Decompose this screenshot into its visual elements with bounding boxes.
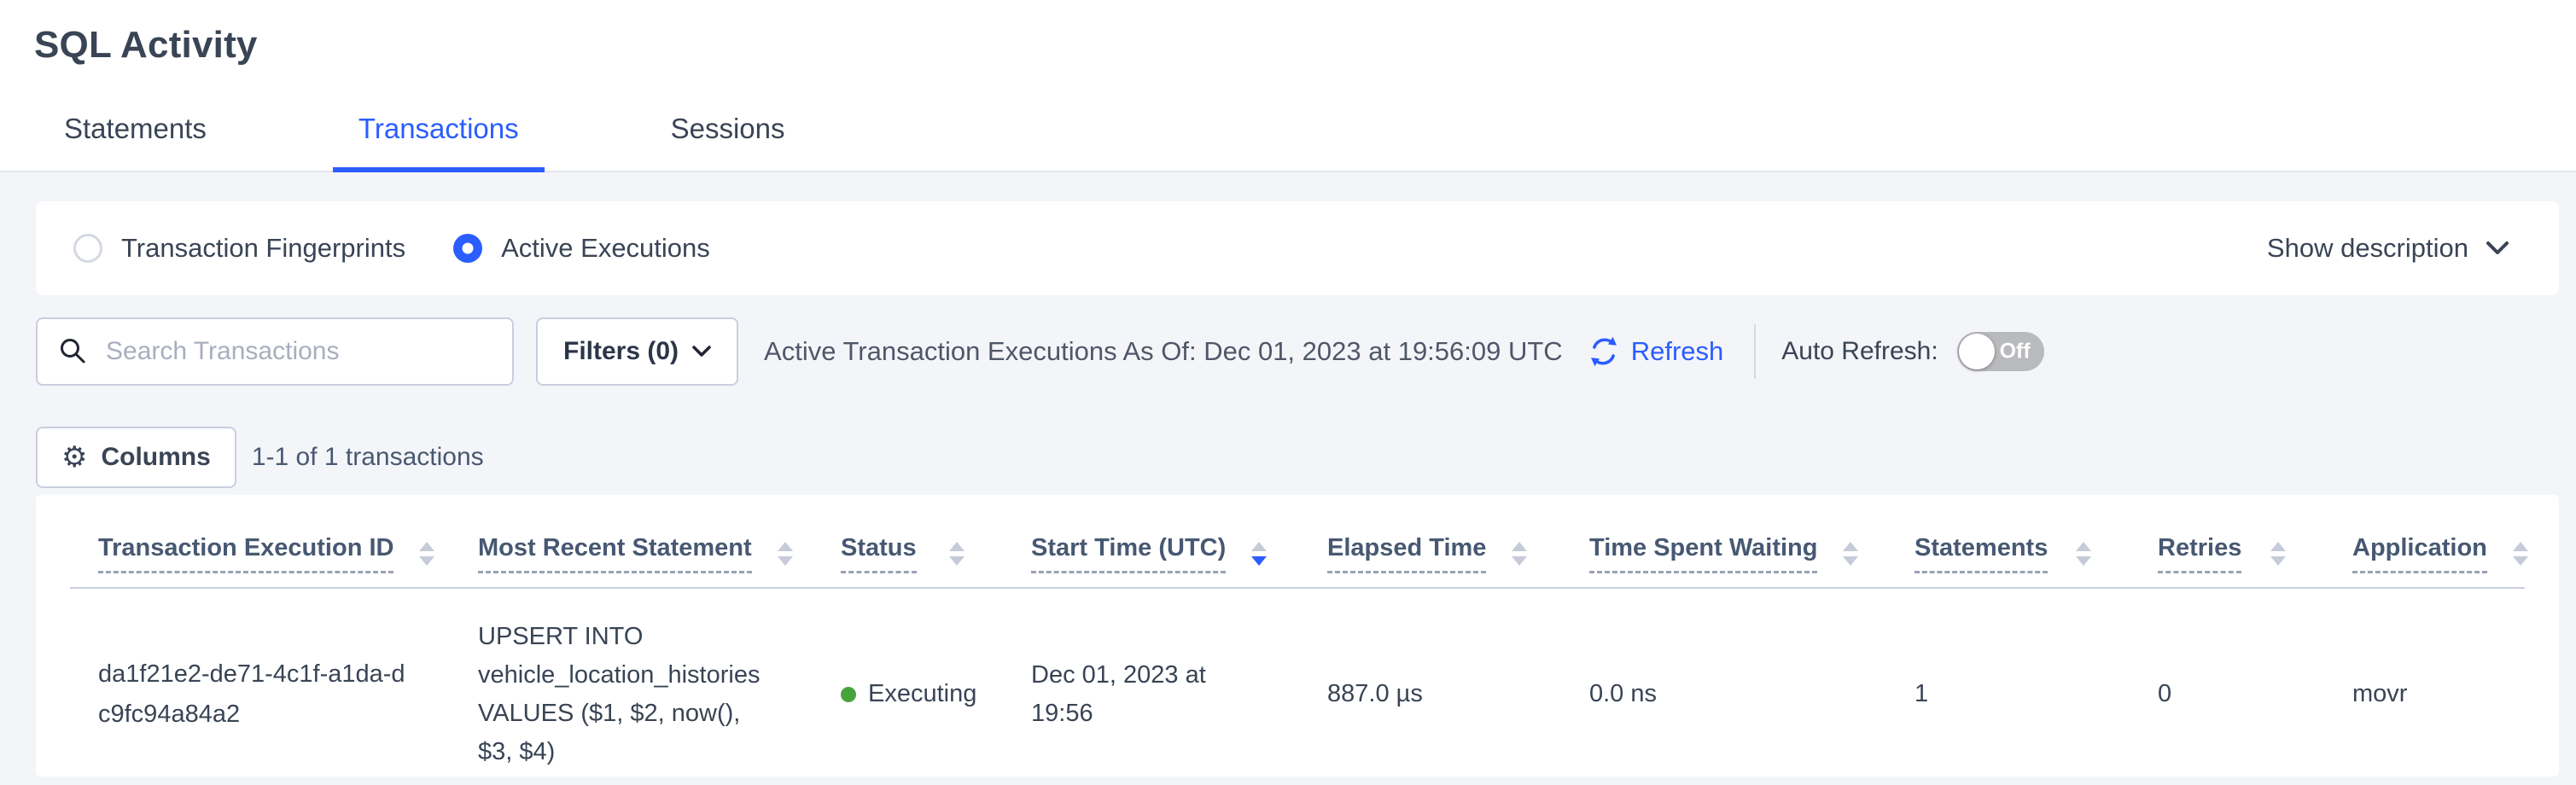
toggle-state-label: Off	[2000, 340, 2031, 364]
cell-transaction-execution-id[interactable]: da1f21e2-de71-4c1f-a1da-dc9fc94a84a2	[70, 588, 450, 776]
sort-icon[interactable]	[2076, 542, 2091, 566]
radio-label: Active Executions	[501, 233, 710, 264]
toggle-knob[interactable]	[1959, 334, 1995, 369]
refresh-label: Refresh	[1631, 336, 1724, 367]
search-input[interactable]	[106, 337, 492, 366]
search-box[interactable]	[36, 317, 514, 386]
sort-icon[interactable]	[1512, 542, 1527, 566]
table-controls: ⚙ Columns 1-1 of 1 transactions	[36, 427, 2559, 488]
result-count: 1-1 of 1 transactions	[252, 443, 484, 472]
col-header-retries[interactable]: Retries	[2130, 495, 2324, 588]
sort-icon[interactable]	[1843, 542, 1858, 566]
radio-selected-icon[interactable]	[453, 234, 482, 263]
status-executing-dot-icon	[841, 687, 856, 702]
status-label: Executing	[868, 675, 976, 713]
show-description-button[interactable]: Show description	[2267, 233, 2509, 264]
col-header-status[interactable]: Status	[813, 495, 1003, 588]
cell-most-recent-statement: UPSERT INTO vehicle_location_histories V…	[450, 588, 813, 776]
chevron-down-icon	[692, 346, 711, 358]
sort-icon[interactable]	[2270, 542, 2286, 566]
radio-unselected-icon[interactable]	[73, 234, 102, 263]
cell-retries: 0	[2130, 588, 2324, 776]
sort-icon[interactable]	[2513, 542, 2528, 566]
search-icon	[58, 336, 89, 367]
sort-icon[interactable]	[778, 542, 793, 566]
cell-statements: 1	[1886, 588, 2130, 776]
col-header-application[interactable]: Application	[2324, 495, 2525, 588]
table-row[interactable]: da1f21e2-de71-4c1f-a1da-dc9fc94a84a2 UPS…	[70, 588, 2525, 776]
auto-refresh-toggle[interactable]: Off	[1957, 332, 2044, 371]
chevron-down-icon	[2486, 241, 2509, 256]
page-header: SQL Activity Statements Transactions Ses…	[0, 0, 2576, 172]
gear-icon: ⚙	[61, 443, 87, 472]
as-of-timestamp: Active Transaction Executions As Of: Dec…	[764, 336, 1563, 367]
view-toggle-card: Transaction Fingerprints Active Executio…	[36, 201, 2559, 295]
cell-application: movr	[2324, 588, 2525, 776]
cell-time-spent-waiting: 0.0 ns	[1561, 588, 1886, 776]
tab-statements[interactable]: Statements	[38, 113, 232, 172]
refresh-button[interactable]: Refresh	[1587, 334, 1724, 369]
col-header-elapsed-time[interactable]: Elapsed Time	[1299, 495, 1561, 588]
page-title: SQL Activity	[0, 0, 2576, 67]
radio-label: Transaction Fingerprints	[121, 233, 405, 264]
tab-transactions[interactable]: Transactions	[333, 113, 545, 172]
sort-icon[interactable]	[419, 542, 434, 566]
radio-active-executions[interactable]: Active Executions	[453, 233, 710, 264]
filters-label: Filters (0)	[563, 337, 679, 366]
sort-icon-active-desc[interactable]	[1251, 542, 1267, 566]
tab-sessions[interactable]: Sessions	[645, 113, 811, 172]
sort-icon[interactable]	[949, 542, 965, 566]
refresh-icon	[1587, 334, 1621, 369]
columns-button[interactable]: ⚙ Columns	[36, 427, 236, 488]
tab-bar: Statements Transactions Sessions	[38, 113, 811, 172]
col-header-start-time[interactable]: Start Time (UTC)	[1003, 495, 1299, 588]
radio-transaction-fingerprints[interactable]: Transaction Fingerprints	[73, 233, 405, 264]
filters-button[interactable]: Filters (0)	[536, 317, 738, 386]
cell-elapsed-time: 887.0 µs	[1299, 588, 1561, 776]
col-header-transaction-execution-id[interactable]: Transaction Execution ID	[70, 495, 450, 588]
col-header-time-spent-waiting[interactable]: Time Spent Waiting	[1561, 495, 1886, 588]
col-header-most-recent-statement[interactable]: Most Recent Statement	[450, 495, 813, 588]
toolbar-divider	[1754, 324, 1756, 379]
transactions-table: Transaction Execution ID Most Recent Sta…	[70, 495, 2525, 776]
col-header-statements[interactable]: Statements	[1886, 495, 2130, 588]
auto-refresh-label: Auto Refresh:	[1781, 337, 1938, 366]
show-description-label: Show description	[2267, 233, 2468, 264]
columns-label: Columns	[101, 443, 210, 472]
table-header-row: Transaction Execution ID Most Recent Sta…	[70, 495, 2525, 588]
cell-status: Executing	[813, 588, 1003, 776]
toolbar: Filters (0) Active Transaction Execution…	[36, 317, 2559, 386]
cell-start-time: Dec 01, 2023 at 19:56	[1003, 588, 1299, 776]
transactions-table-card: Transaction Execution ID Most Recent Sta…	[36, 495, 2559, 776]
